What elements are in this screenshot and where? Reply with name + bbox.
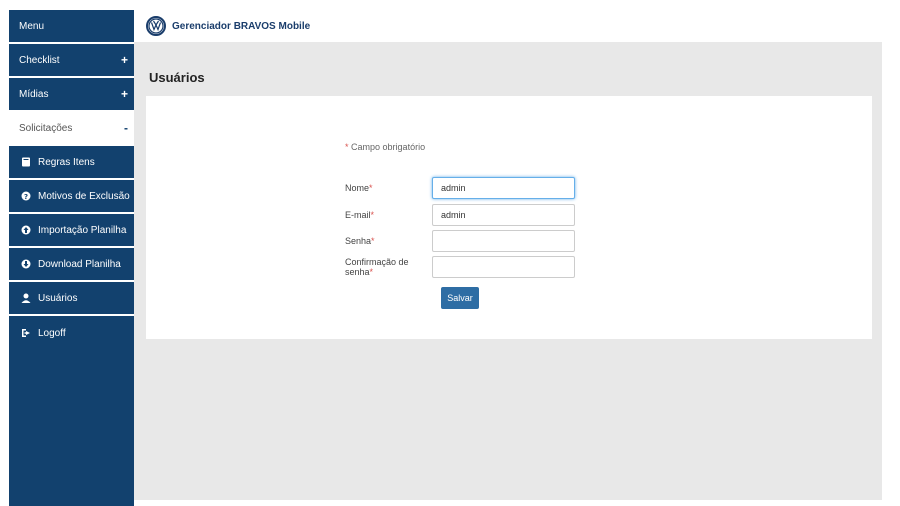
required-note: * Campo obrigatório [345,142,425,152]
confirmacao-senha-label: Confirmação de senha* [345,257,432,277]
sidebar-item-label: Menu [19,20,45,32]
expand-icon: + [120,53,128,67]
svg-text:?: ? [24,193,28,201]
page-title: Usuários [149,70,205,85]
nome-label-text: Nome [345,183,370,193]
save-button[interactable]: Salvar [441,287,479,309]
sidebar-item-label: Usuários [38,292,78,304]
vw-logo [146,16,166,36]
email-label-text: E-mail [345,210,371,220]
sidebar-item-label: Regras Itens [38,156,95,168]
sidebar-item-label: Solicitações [19,122,73,134]
top-header: Gerenciador BRAVOS Mobile [134,10,882,42]
user-icon [19,293,33,303]
sidebar-item-motivos-exclusao[interactable]: ? Motivos de Exclusão [9,180,134,214]
logout-icon [19,328,33,338]
sidebar-item-importacao-planilha[interactable]: Importação Planilha [9,214,134,248]
app-title: Gerenciador BRAVOS Mobile [172,20,311,32]
email-input[interactable] [432,204,575,226]
email-label: E-mail* [345,210,432,220]
user-form-card: * Campo obrigatório Nome* E-mail* Senha*… [146,96,872,339]
senha-label: Senha* [345,236,432,246]
main-content: Usuários * Campo obrigatório Nome* E-mai… [134,42,882,500]
sidebar-item-download-planilha[interactable]: Download Planilha [9,248,134,282]
sidebar-item-label: Checklist [19,54,60,66]
sidebar-item-logoff[interactable]: Logoff [9,316,134,350]
required-note-text: Campo obrigatório [351,142,426,152]
senha-input[interactable] [432,230,575,252]
sidebar-item-label: Mídias [19,88,49,100]
sidebar-item-regras-itens[interactable]: Regras Itens [9,146,134,180]
sidebar-item-label: Download Planilha [38,258,121,270]
senha-row: Senha* [345,230,575,252]
sidebar-item-label: Logoff [38,327,66,339]
sidebar-item-solicitacoes[interactable]: Solicitações - [9,112,134,146]
confirmacao-senha-label-text: Confirmação de senha [345,257,409,277]
sidebar-item-usuarios[interactable]: Usuários [9,282,134,316]
nome-row: Nome* [345,177,575,199]
nome-input[interactable] [432,177,575,199]
sidebar: Menu Checklist + Mídias + Solicitações -… [9,10,134,506]
book-icon [19,157,33,167]
question-circle-icon: ? [19,191,33,201]
nome-label: Nome* [345,183,432,193]
upload-circle-icon [19,225,33,235]
confirmacao-senha-input[interactable] [432,256,575,278]
email-row: E-mail* [345,204,575,226]
required-asterisk: * [370,210,375,220]
sidebar-item-label: Motivos de Exclusão [38,190,130,202]
required-asterisk: * [369,267,374,277]
confirmacao-senha-row: Confirmação de senha* [345,256,575,278]
required-asterisk: * [369,183,373,193]
download-circle-icon [19,259,33,269]
required-asterisk: * [371,236,375,246]
sidebar-item-label: Importação Planilha [38,224,127,236]
sidebar-item-checklist[interactable]: Checklist + [9,44,134,78]
senha-label-text: Senha [345,236,372,246]
collapse-icon: - [124,121,128,135]
sidebar-item-midias[interactable]: Mídias + [9,78,134,112]
expand-icon: + [120,87,128,101]
required-asterisk: * [345,142,349,152]
sidebar-menu-header: Menu [9,10,134,44]
